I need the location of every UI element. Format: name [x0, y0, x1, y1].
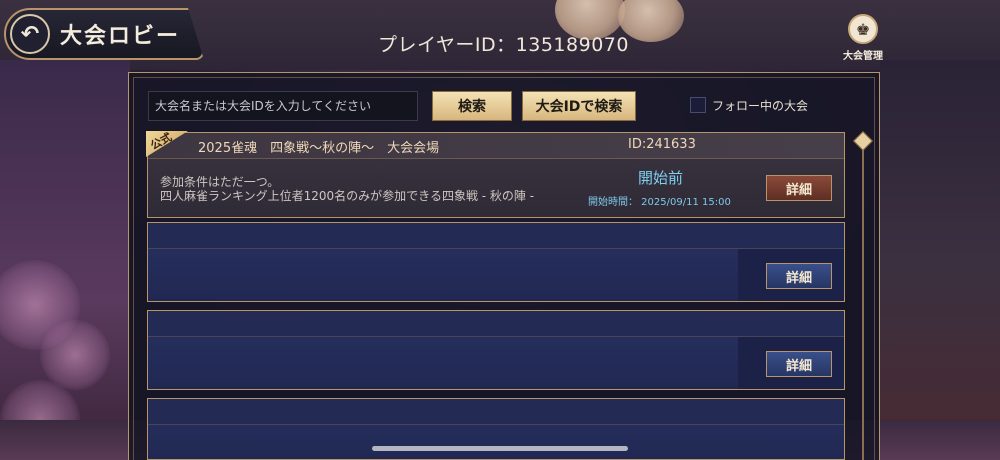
- scrollbar-track[interactable]: [862, 142, 864, 460]
- detail-button[interactable]: 詳細: [766, 351, 832, 377]
- tournament-title: 2025雀魂 四象戦～秋の陣～ 大会会場: [198, 141, 440, 156]
- player-id-text: プレイヤーID：135189070: [378, 34, 629, 56]
- id-search-button[interactable]: 大会IDで検索: [522, 91, 636, 121]
- tournament-status: 開始前: [638, 169, 684, 187]
- card-header: [148, 399, 844, 425]
- page-title: 大会ロビー: [60, 24, 181, 49]
- detail-button[interactable]: 詳細: [766, 263, 832, 289]
- tournament-admin-button[interactable]: ♚ 大会管理: [836, 14, 890, 64]
- admin-user-icon: ♚: [848, 14, 878, 44]
- tournament-start-time: 開始時間： 2025/09/11 15:00: [588, 197, 731, 208]
- detail-button[interactable]: 詳細: [766, 175, 832, 201]
- back-arrow-icon: ↶: [10, 14, 50, 54]
- search-button[interactable]: 検索: [432, 91, 512, 121]
- tournament-card[interactable]: 公式 2025雀魂 四象戦～秋の陣～ 大会会場 ID:241633 参加条件はた…: [146, 131, 845, 218]
- home-indicator[interactable]: [372, 446, 628, 451]
- admin-label: 大会管理: [843, 51, 883, 62]
- tournament-card[interactable]: 詳細: [147, 310, 845, 390]
- background-right-wall: [880, 60, 1000, 460]
- background-blossom: [40, 320, 110, 390]
- follow-label: フォロー中の大会: [712, 99, 809, 113]
- back-button[interactable]: ↶ 大会ロビー: [4, 8, 204, 60]
- search-input[interactable]: [148, 91, 418, 121]
- follow-checkbox[interactable]: [690, 97, 706, 113]
- tournament-description-line: 四人麻雀ランキング上位者1200名のみが参加できる四象戦 - 秋の陣 -: [160, 189, 535, 203]
- tournament-id: ID:241633: [628, 137, 696, 152]
- card-header: [148, 223, 844, 249]
- tournament-card[interactable]: 詳細: [147, 222, 845, 302]
- card-header: [148, 311, 844, 337]
